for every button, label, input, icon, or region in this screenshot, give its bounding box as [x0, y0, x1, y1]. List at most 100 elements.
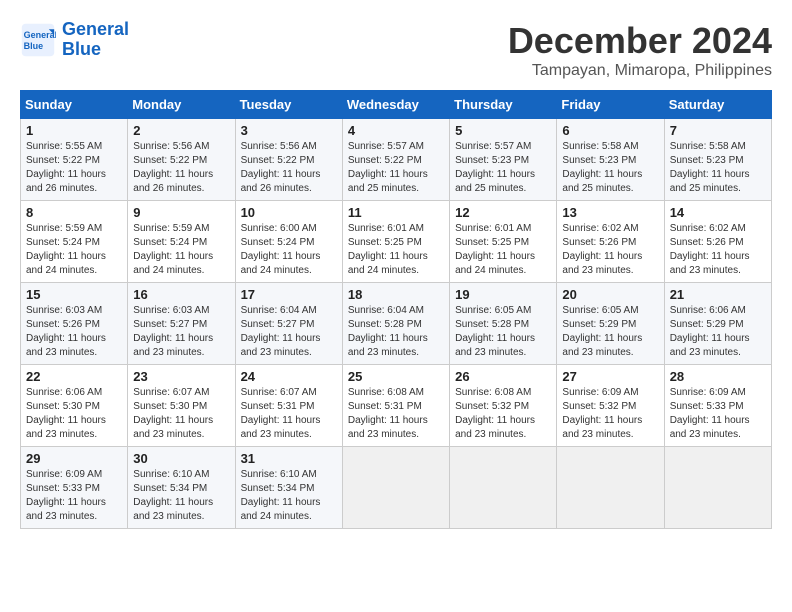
day-info: Sunrise: 6:00 AM Sunset: 5:24 PM Dayligh… — [241, 222, 337, 278]
calendar-cell: 12Sunrise: 6:01 AM Sunset: 5:25 PM Dayli… — [450, 201, 557, 283]
day-number: 16 — [133, 287, 229, 302]
day-number: 5 — [455, 123, 551, 138]
calendar-cell: 18Sunrise: 6:04 AM Sunset: 5:28 PM Dayli… — [342, 283, 449, 365]
day-info: Sunrise: 6:10 AM Sunset: 5:34 PM Dayligh… — [133, 468, 229, 524]
day-info: Sunrise: 5:58 AM Sunset: 5:23 PM Dayligh… — [562, 140, 658, 196]
day-number: 19 — [455, 287, 551, 302]
day-info: Sunrise: 6:03 AM Sunset: 5:27 PM Dayligh… — [133, 304, 229, 360]
day-number: 7 — [670, 123, 766, 138]
calendar-week-3: 15 Sunrise: 6:03 AM Sunset: 5:26 PM Dayli… — [21, 283, 772, 365]
day-info: Sunrise: 5:59 AM Sunset: 5:24 PM Dayligh… — [133, 222, 229, 278]
day-number: 27 — [562, 369, 658, 384]
day-number: 4 — [348, 123, 444, 138]
day-info: Sunrise: 6:10 AM Sunset: 5:34 PM Dayligh… — [241, 468, 337, 524]
day-info: Sunrise: 6:05 AM Sunset: 5:29 PM Dayligh… — [562, 304, 658, 360]
calendar-cell: 14 Sunrise: 6:02 AM Sunset: 5:26 PM Dayli… — [664, 201, 771, 283]
col-tuesday: Tuesday — [235, 91, 342, 119]
day-info: Sunrise: 6:08 AM Sunset: 5:31 PM Dayligh… — [348, 386, 444, 442]
calendar-cell: 17 Sunrise: 6:04 AM Sunset: 5:27 PM Dayli… — [235, 283, 342, 365]
col-sunday: Sunday — [21, 91, 128, 119]
calendar-cell: 13Sunrise: 6:02 AM Sunset: 5:26 PM Dayli… — [557, 201, 664, 283]
day-info: Sunrise: 5:59 AM Sunset: 5:24 PM Dayligh… — [26, 222, 122, 278]
day-number: 1 — [26, 123, 122, 138]
day-number: 30 — [133, 451, 229, 466]
day-info: Sunrise: 5:57 AM Sunset: 5:23 PM Dayligh… — [455, 140, 551, 196]
header-row: Sunday Monday Tuesday Wednesday Thursday… — [21, 91, 772, 119]
day-number: 18 — [348, 287, 444, 302]
day-info: Sunrise: 6:09 AM Sunset: 5:33 PM Dayligh… — [670, 386, 766, 442]
day-info: Sunrise: 6:09 AM Sunset: 5:32 PM Dayligh… — [562, 386, 658, 442]
day-number: 26 — [455, 369, 551, 384]
calendar-cell — [557, 447, 664, 529]
svg-text:Blue: Blue — [24, 41, 44, 51]
calendar-cell: 30 Sunrise: 6:10 AM Sunset: 5:34 PM Dayli… — [128, 447, 235, 529]
calendar-week-4: 22 Sunrise: 6:06 AM Sunset: 5:30 PM Dayli… — [21, 365, 772, 447]
calendar-cell: 15 Sunrise: 6:03 AM Sunset: 5:26 PM Dayli… — [21, 283, 128, 365]
day-number: 15 — [26, 287, 122, 302]
calendar-cell: 22 Sunrise: 6:06 AM Sunset: 5:30 PM Dayli… — [21, 365, 128, 447]
day-number: 21 — [670, 287, 766, 302]
calendar-cell: 27 Sunrise: 6:09 AM Sunset: 5:32 PM Dayli… — [557, 365, 664, 447]
day-number: 20 — [562, 287, 658, 302]
calendar-cell: 6 Sunrise: 5:58 AM Sunset: 5:23 PM Daylig… — [557, 119, 664, 201]
day-info: Sunrise: 6:03 AM Sunset: 5:26 PM Dayligh… — [26, 304, 122, 360]
day-info: Sunrise: 5:58 AM Sunset: 5:23 PM Dayligh… — [670, 140, 766, 196]
day-number: 12 — [455, 205, 551, 220]
day-info: Sunrise: 6:06 AM Sunset: 5:29 PM Dayligh… — [670, 304, 766, 360]
day-info: Sunrise: 6:06 AM Sunset: 5:30 PM Dayligh… — [26, 386, 122, 442]
col-friday: Friday — [557, 91, 664, 119]
day-info: Sunrise: 5:56 AM Sunset: 5:22 PM Dayligh… — [241, 140, 337, 196]
day-number: 8 — [26, 205, 122, 220]
day-info: Sunrise: 5:55 AM Sunset: 5:22 PM Dayligh… — [26, 140, 122, 196]
title-section: December 2024 Tampayan, Mimaropa, Philip… — [508, 20, 772, 80]
day-info: Sunrise: 6:07 AM Sunset: 5:31 PM Dayligh… — [241, 386, 337, 442]
day-number: 9 — [133, 205, 229, 220]
day-number: 2 — [133, 123, 229, 138]
day-number: 24 — [241, 369, 337, 384]
day-number: 6 — [562, 123, 658, 138]
day-number: 14 — [670, 205, 766, 220]
calendar-cell: 28 Sunrise: 6:09 AM Sunset: 5:33 PM Dayli… — [664, 365, 771, 447]
logo-icon: General Blue — [20, 22, 56, 58]
calendar-cell: 21 Sunrise: 6:06 AM Sunset: 5:29 PM Dayli… — [664, 283, 771, 365]
logo: General Blue General Blue — [20, 20, 129, 60]
day-info: Sunrise: 6:07 AM Sunset: 5:30 PM Dayligh… — [133, 386, 229, 442]
calendar-table: Sunday Monday Tuesday Wednesday Thursday… — [20, 90, 772, 529]
calendar-cell — [342, 447, 449, 529]
page-header: General Blue General Blue December 2024 … — [20, 20, 772, 80]
calendar-cell: 1 Sunrise: 5:55 AM Sunset: 5:22 PM Daylig… — [21, 119, 128, 201]
calendar-cell: 24 Sunrise: 6:07 AM Sunset: 5:31 PM Dayli… — [235, 365, 342, 447]
calendar-cell: 2Sunrise: 5:56 AM Sunset: 5:22 PM Daylig… — [128, 119, 235, 201]
day-number: 25 — [348, 369, 444, 384]
calendar-cell: 3 Sunrise: 5:56 AM Sunset: 5:22 PM Daylig… — [235, 119, 342, 201]
day-number: 28 — [670, 369, 766, 384]
day-info: Sunrise: 6:01 AM Sunset: 5:25 PM Dayligh… — [348, 222, 444, 278]
calendar-week-2: 8 Sunrise: 5:59 AM Sunset: 5:24 PM Daylig… — [21, 201, 772, 283]
calendar-cell: 31Sunrise: 6:10 AM Sunset: 5:34 PM Dayli… — [235, 447, 342, 529]
calendar-week-5: 29Sunrise: 6:09 AM Sunset: 5:33 PM Dayli… — [21, 447, 772, 529]
col-wednesday: Wednesday — [342, 91, 449, 119]
calendar-cell: 23 Sunrise: 6:07 AM Sunset: 5:30 PM Dayli… — [128, 365, 235, 447]
day-number: 22 — [26, 369, 122, 384]
day-number: 10 — [241, 205, 337, 220]
day-info: Sunrise: 6:02 AM Sunset: 5:26 PM Dayligh… — [670, 222, 766, 278]
col-saturday: Saturday — [664, 91, 771, 119]
calendar-cell: 8 Sunrise: 5:59 AM Sunset: 5:24 PM Daylig… — [21, 201, 128, 283]
calendar-cell: 11 Sunrise: 6:01 AM Sunset: 5:25 PM Dayli… — [342, 201, 449, 283]
calendar-cell — [664, 447, 771, 529]
day-info: Sunrise: 6:04 AM Sunset: 5:27 PM Dayligh… — [241, 304, 337, 360]
calendar-cell: 9 Sunrise: 5:59 AM Sunset: 5:24 PM Daylig… — [128, 201, 235, 283]
day-number: 3 — [241, 123, 337, 138]
day-number: 17 — [241, 287, 337, 302]
calendar-cell: 25 Sunrise: 6:08 AM Sunset: 5:31 PM Dayli… — [342, 365, 449, 447]
calendar-cell: 19Sunrise: 6:05 AM Sunset: 5:28 PM Dayli… — [450, 283, 557, 365]
location-title: Tampayan, Mimaropa, Philippines — [508, 62, 772, 80]
day-number: 13 — [562, 205, 658, 220]
calendar-cell: 16 Sunrise: 6:03 AM Sunset: 5:27 PM Dayli… — [128, 283, 235, 365]
day-number: 23 — [133, 369, 229, 384]
col-thursday: Thursday — [450, 91, 557, 119]
day-number: 11 — [348, 205, 444, 220]
calendar-cell: 20 Sunrise: 6:05 AM Sunset: 5:29 PM Dayli… — [557, 283, 664, 365]
day-number: 29 — [26, 451, 122, 466]
month-title: December 2024 — [508, 20, 772, 62]
